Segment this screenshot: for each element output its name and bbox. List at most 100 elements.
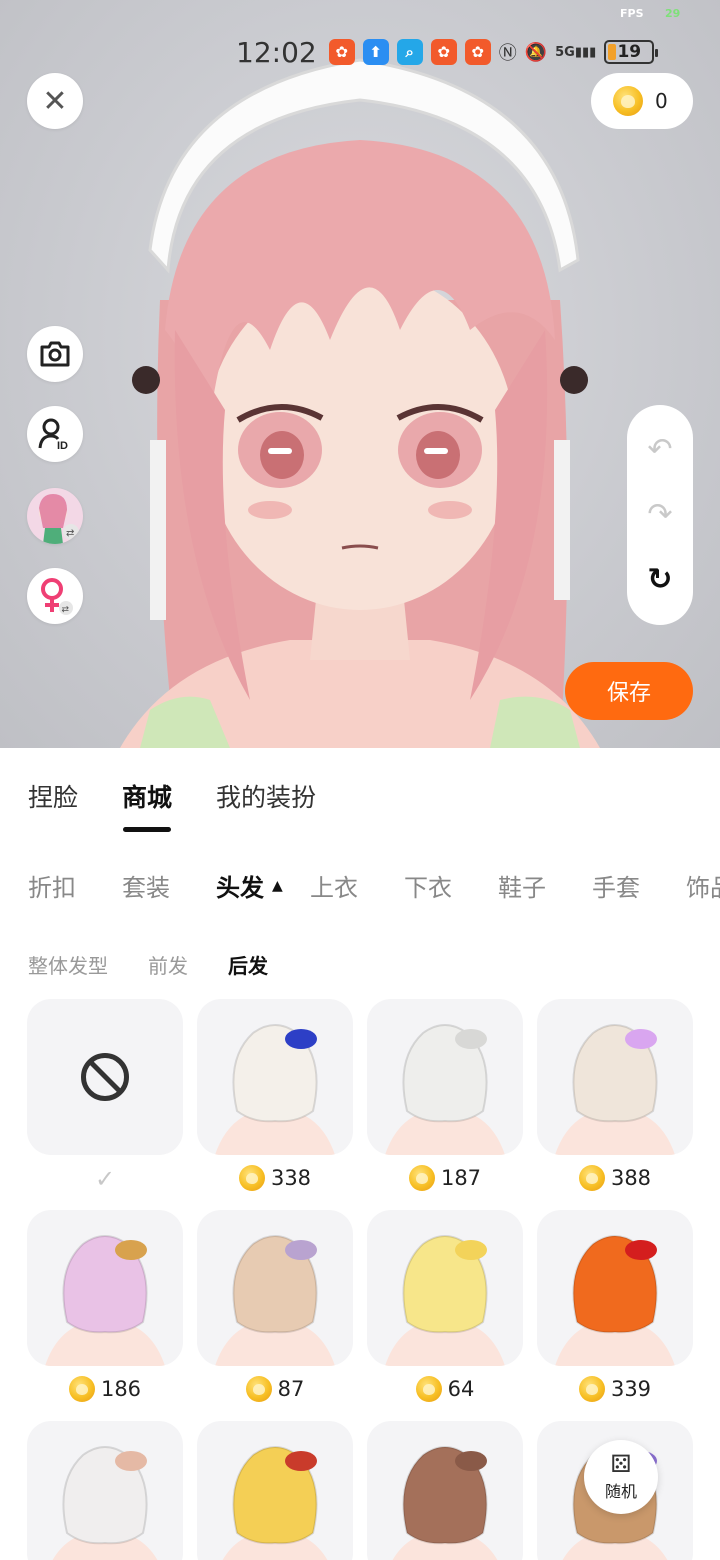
hairstyle-icon bbox=[52, 1446, 158, 1560]
price-value: 87 bbox=[277, 1377, 305, 1401]
coin-count: 0 bbox=[655, 89, 668, 113]
shop-panel: 捏脸 商城 我的装扮 折扣 套装 头发 ▲ 上衣 下衣 鞋子 手套 饰品 整体发型… bbox=[0, 748, 720, 1560]
item-thumbnail bbox=[27, 999, 183, 1155]
hair-item[interactable] bbox=[27, 1421, 183, 1560]
category-row: 折扣 套装 头发 ▲ 上衣 下衣 鞋子 手套 饰品 bbox=[28, 868, 720, 903]
price-value: 64 bbox=[447, 1377, 475, 1401]
price-value: 388 bbox=[610, 1166, 652, 1190]
undo-icon[interactable]: ↶ bbox=[647, 434, 672, 465]
hair-item[interactable]: 64 bbox=[367, 1210, 523, 1402]
gender-female-icon: ⇄ bbox=[41, 578, 73, 615]
hairstyle-icon bbox=[555, 1024, 675, 1155]
avatar-preview[interactable]: FPS 29 12:02 ✿ ⬆ ⌕ ✿ ✿ Ⓝ 🔕 5G▮▮▮ 19 ✕ 0 … bbox=[0, 0, 720, 748]
tab-my-outfits[interactable]: 我的装扮 bbox=[216, 778, 316, 814]
reset-icon[interactable]: ↻ bbox=[647, 565, 672, 595]
coin-icon bbox=[578, 1376, 605, 1402]
selected-check-icon: ✓ bbox=[94, 1165, 116, 1193]
subcategory-front-hair[interactable]: 前发 bbox=[148, 950, 188, 979]
nfc-icon: Ⓝ bbox=[498, 43, 517, 64]
item-price: 87 bbox=[197, 1376, 353, 1402]
gender-switch-button[interactable]: ⇄ bbox=[27, 568, 83, 624]
price-value: 338 bbox=[270, 1166, 312, 1190]
category-shoes[interactable]: 鞋子 bbox=[498, 868, 592, 903]
hair-item[interactable] bbox=[367, 1421, 523, 1560]
hair-item[interactable] bbox=[197, 1421, 353, 1560]
subcategory-full-hairstyle[interactable]: 整体发型 bbox=[28, 950, 108, 979]
signal-5g-icon: 5G▮▮▮ bbox=[555, 44, 597, 60]
camera-button[interactable] bbox=[27, 326, 83, 382]
avatar-switch-button[interactable]: ⇄ bbox=[27, 488, 83, 544]
item-thumbnail bbox=[367, 999, 523, 1155]
item-thumbnail bbox=[367, 1421, 523, 1560]
hairstyle-icon bbox=[222, 1446, 328, 1560]
tab-shop[interactable]: 商城 bbox=[122, 778, 172, 832]
caret-up-icon: ▲ bbox=[272, 877, 283, 894]
coin-icon bbox=[578, 1165, 605, 1191]
hair-item[interactable]: 388 bbox=[537, 999, 693, 1191]
category-sets[interactable]: 套装 bbox=[122, 868, 216, 903]
redo-icon[interactable]: ↷ bbox=[647, 499, 672, 530]
camera-icon bbox=[40, 341, 70, 367]
category-accessories[interactable]: 饰品 bbox=[686, 868, 720, 903]
hairstyle-icon bbox=[385, 1235, 505, 1366]
user-id-icon: ID bbox=[38, 418, 68, 451]
item-price: 339 bbox=[537, 1376, 693, 1402]
category-hair[interactable]: 头发 ▲ bbox=[216, 868, 310, 903]
item-price: 388 bbox=[537, 1165, 693, 1191]
item-thumbnail bbox=[197, 1421, 353, 1560]
subcategory-back-hair[interactable]: 后发 bbox=[228, 950, 268, 979]
close-icon: ✕ bbox=[42, 83, 68, 119]
history-controls: ↶ ↷ ↻ bbox=[627, 405, 693, 625]
no-item-icon bbox=[81, 1053, 129, 1101]
svg-text:⇄: ⇄ bbox=[62, 605, 70, 615]
save-button[interactable]: 保存 bbox=[565, 662, 693, 720]
item-thumbnail bbox=[537, 1210, 693, 1366]
hairstyle-icon bbox=[215, 1024, 335, 1155]
coin-icon bbox=[68, 1376, 95, 1402]
status-time: 12:02 bbox=[236, 35, 317, 69]
category-tops[interactable]: 上衣 bbox=[310, 868, 404, 903]
item-price: 64 bbox=[367, 1376, 523, 1402]
coin-icon bbox=[245, 1376, 272, 1402]
hair-item[interactable]: 87 bbox=[197, 1210, 353, 1402]
coin-balance[interactable]: 0 bbox=[591, 73, 693, 129]
battery-icon: 19 bbox=[604, 40, 659, 64]
item-price: 338 bbox=[197, 1165, 353, 1191]
fps-label: FPS bbox=[620, 7, 644, 20]
item-thumbnail bbox=[27, 1210, 183, 1366]
svg-text:ID: ID bbox=[57, 440, 68, 451]
category-gloves[interactable]: 手套 bbox=[592, 868, 686, 903]
hair-item[interactable]: 186 bbox=[27, 1210, 183, 1402]
category-discount[interactable]: 折扣 bbox=[28, 868, 122, 903]
hair-item[interactable]: 338 bbox=[197, 999, 353, 1191]
item-thumbnail bbox=[27, 1421, 183, 1560]
fps-value: 29 bbox=[665, 7, 681, 20]
item-none[interactable]: ✓ bbox=[27, 999, 183, 1193]
item-thumbnail bbox=[537, 999, 693, 1155]
subcategory-row: 整体发型 前发 后发 bbox=[28, 950, 268, 979]
hairstyle-icon bbox=[45, 1235, 165, 1366]
mute-icon: 🔕 bbox=[524, 41, 548, 63]
app-icon: ✿ bbox=[430, 39, 457, 65]
hair-item[interactable]: 339 bbox=[537, 1210, 693, 1402]
category-bottoms[interactable]: 下衣 bbox=[404, 868, 498, 903]
user-id-button[interactable]: ID bbox=[27, 406, 83, 462]
coin-icon bbox=[415, 1376, 442, 1402]
status-bar: 12:02 ✿ ⬆ ⌕ ✿ ✿ Ⓝ 🔕 5G▮▮▮ 19 bbox=[236, 35, 659, 69]
app-icon: ✿ bbox=[328, 39, 355, 65]
hair-item[interactable]: 187 bbox=[367, 999, 523, 1191]
main-tabs: 捏脸 商城 我的装扮 bbox=[28, 778, 316, 832]
price-value: 186 bbox=[100, 1377, 142, 1401]
item-price: 187 bbox=[367, 1165, 523, 1191]
item-thumbnail bbox=[367, 1210, 523, 1366]
search-app-icon: ⌕ bbox=[396, 39, 423, 65]
close-button[interactable]: ✕ bbox=[27, 73, 83, 129]
avatar-thumbnail-icon: ⇄ bbox=[39, 494, 79, 544]
dice-icon: ⚄ bbox=[610, 1450, 632, 1478]
tab-face[interactable]: 捏脸 bbox=[28, 778, 78, 814]
item-thumbnail bbox=[197, 1210, 353, 1366]
hairstyle-icon bbox=[215, 1235, 335, 1366]
upload-icon: ⬆ bbox=[362, 39, 389, 65]
hairstyle-icon bbox=[555, 1235, 675, 1366]
random-button[interactable]: ⚄ 随机 bbox=[584, 1440, 658, 1514]
